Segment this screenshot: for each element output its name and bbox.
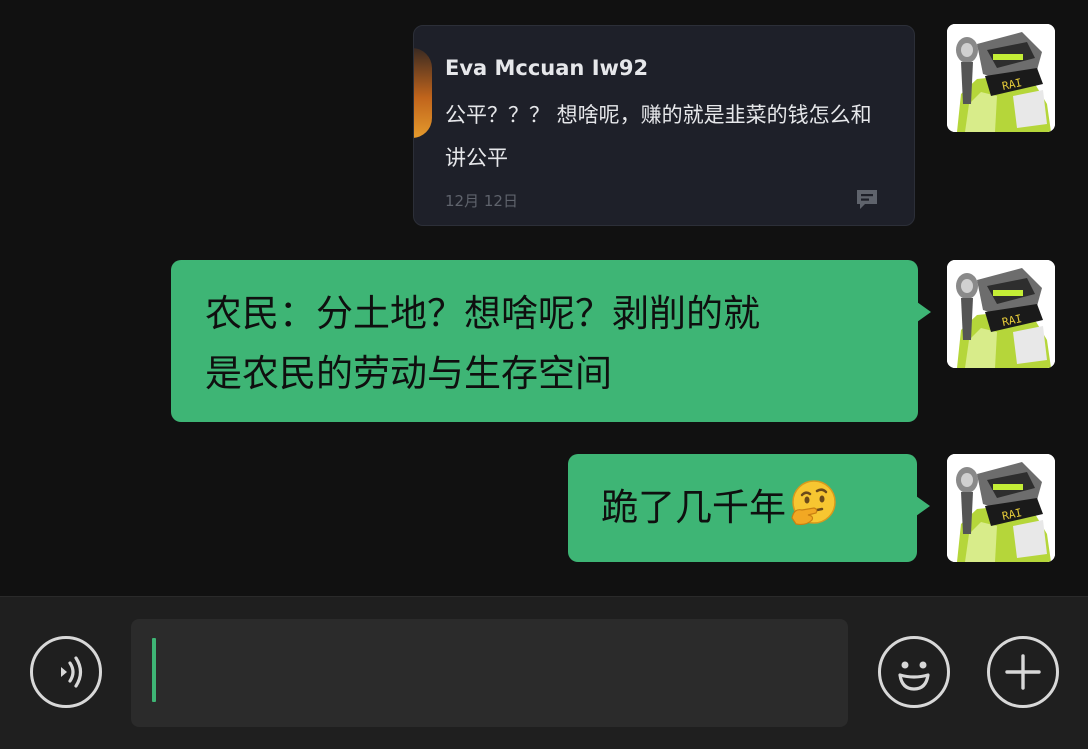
voice-icon — [61, 656, 83, 688]
message-bubble[interactable]: 农民：分土地？想啥呢？剥削的就 是农民的劳动与生存空间 — [171, 260, 931, 422]
emoji-icon — [898, 661, 930, 691]
comment-icon — [857, 190, 877, 209]
message-input[interactable] — [131, 619, 848, 727]
post-text-line: 公平？？？ 想啥呢，赚的就是韭菜的钱怎么和 — [445, 103, 872, 127]
bubble-tail — [916, 496, 930, 516]
chat-area: Eva Mccuan Iw92 公平？？？ 想啥呢，赚的就是韭菜的钱怎么和 讲公… — [0, 0, 1088, 596]
message-bubble[interactable]: 跪了几千年 — [568, 454, 930, 562]
plus-button[interactable] — [987, 636, 1059, 708]
shared-post-card[interactable]: Eva Mccuan Iw92 公平？？？ 想啥呢，赚的就是韭菜的钱怎么和 讲公… — [413, 25, 915, 226]
avatar[interactable]: RAI — [947, 454, 1055, 562]
post-author-name: Eva Mccuan Iw92 — [445, 56, 649, 80]
post-date: 12月 12日 — [445, 192, 518, 210]
avatar[interactable]: RAI — [947, 24, 1055, 132]
post-text-line: 讲公平 — [445, 146, 508, 170]
voice-button[interactable] — [30, 636, 102, 708]
text-caret — [152, 638, 156, 702]
bubble-tail — [917, 302, 931, 322]
post-text: 公平？？？ 想啥呢，赚的就是韭菜的钱怎么和 讲公平 — [445, 94, 914, 180]
thinking-face-emoji — [791, 480, 836, 526]
avatar[interactable]: RAI — [947, 260, 1055, 368]
emoji-button[interactable] — [878, 636, 950, 708]
input-bar — [0, 596, 1088, 749]
message-text: 跪了几千年 — [601, 486, 786, 529]
message-text-line: 农民：分土地？想啥呢？剥削的就 — [205, 292, 760, 335]
plus-icon — [1005, 654, 1041, 690]
post-author-avatar — [414, 48, 432, 138]
message-text-line: 是农民的劳动与生存空间 — [205, 352, 612, 395]
